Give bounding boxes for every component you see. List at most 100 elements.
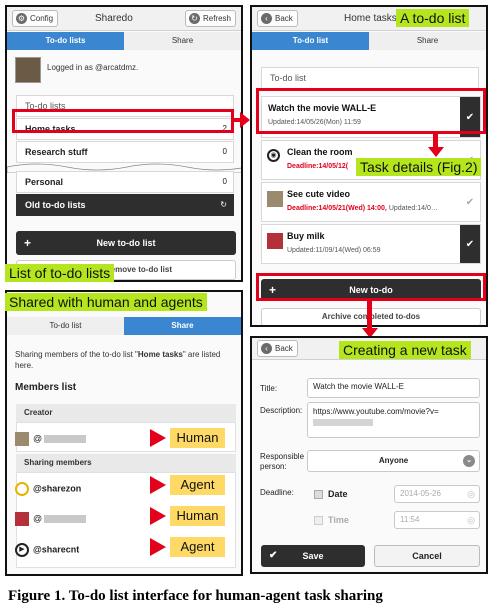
back-button[interactable]: ‹ Back [257, 340, 298, 357]
check-icon[interactable]: ✔ [460, 183, 480, 221]
tab-bar: To-do list Share [252, 32, 486, 50]
task-title: Clean the room [287, 147, 353, 157]
refresh-icon: ↻ [220, 200, 227, 209]
list-of-lists-badge: List of to-do lists [5, 264, 115, 282]
task-title: Buy milk [287, 231, 325, 241]
member-type-tag: Human [170, 428, 225, 448]
member-type-tag: Agent [170, 537, 225, 557]
sharing-description: Sharing members of the to-do list "Home … [15, 350, 221, 370]
play-icon: ▶ [15, 543, 29, 557]
list-title: Home tasks [344, 13, 397, 24]
title-label: Title: [260, 384, 278, 393]
task-details-badge: Task details (Fig.2) [356, 158, 482, 176]
tab-todo-list[interactable]: To-do list [7, 317, 124, 335]
time-input[interactable]: 11:54 ◎ [394, 511, 480, 529]
time-checkbox[interactable] [314, 516, 323, 525]
save-button[interactable]: ✔ Save [261, 545, 365, 567]
title-field[interactable]: Watch the movie WALL-E [307, 378, 480, 398]
task-thumbnail [267, 191, 283, 207]
figure-caption: Figure 1. To-do list interface for human… [8, 588, 383, 604]
date-label: Date [328, 489, 348, 499]
arrow-right-icon [150, 538, 166, 556]
back-icon: ‹ [261, 343, 272, 354]
date-input[interactable]: 2014-05-26 ◎ [394, 485, 480, 503]
highlight-home-tasks [12, 109, 234, 133]
creator-section: Creator [16, 404, 236, 422]
task-updated: Updated:11/09/14(Wed) 06:59 [287, 247, 381, 254]
arrow-right-icon [150, 429, 166, 447]
new-list-button[interactable]: + New to-do list [16, 231, 236, 255]
task-deadline: Deadline:14/05/12( [287, 163, 349, 170]
refresh-icon: ↻ [188, 13, 200, 24]
task-meta: Deadline:14/05/21(Wed) 14:00, Updated:14… [287, 205, 438, 212]
list-count: 0 [222, 147, 227, 156]
date-checkbox[interactable] [314, 490, 323, 499]
plus-icon: + [24, 236, 32, 250]
member-row: ▶ @sharecnt [15, 543, 79, 557]
tab-bar: To-do list Share [7, 317, 241, 335]
members-header: Members list [15, 382, 77, 393]
cancel-button[interactable]: Cancel [374, 545, 480, 567]
redacted-name [44, 515, 87, 523]
new-task-badge: Creating a new task [339, 341, 471, 359]
redacted-name [44, 435, 87, 443]
smiley-icon [15, 482, 29, 496]
top-bar: ⚙ Config Sharedo ↻ Refresh [7, 7, 241, 31]
member-row: @ [15, 512, 87, 526]
member-row: @ [15, 432, 87, 446]
avatar [15, 57, 41, 83]
highlight-task [256, 88, 486, 134]
responsible-select[interactable]: Anyone ⌄ [307, 450, 480, 472]
tab-todo-list[interactable]: To-do list [252, 32, 369, 50]
login-status: Logged in as @arcatdmz. [47, 63, 139, 72]
arrow-down-icon [428, 147, 444, 157]
old-lists-item[interactable]: Old to-do lists ↻ [16, 194, 234, 216]
tab-share[interactable]: Share [369, 32, 486, 50]
calendar-icon: ◎ [467, 489, 475, 499]
todo-lists-screen: ⚙ Config Sharedo ↻ Refresh To-do lists S… [5, 5, 243, 282]
tab-bar: To-do lists Share [7, 32, 241, 50]
task-item[interactable]: See cute video Deadline:14/05/21(Wed) 14… [261, 182, 481, 222]
arrow-right-icon [150, 507, 166, 525]
new-task-screen: ‹ Back Title: Watch the movie WALL-E Des… [250, 336, 488, 574]
arrow-stem [367, 301, 372, 329]
refresh-button[interactable]: ↻ Refresh [184, 10, 236, 27]
tab-todo-lists[interactable]: To-do lists [7, 32, 124, 50]
avatar [15, 512, 29, 526]
agent-icon: ◉ [267, 149, 280, 162]
sharing-section: Sharing members [16, 454, 236, 472]
task-title: See cute video [287, 189, 351, 199]
list-item-personal[interactable]: Personal 0 [16, 171, 234, 193]
list-header: To-do list [261, 67, 479, 89]
member-type-tag: Human [170, 506, 225, 526]
check-icon: ✔ [269, 550, 278, 561]
description-field[interactable]: https://www.youtube.com/movie?v= [307, 402, 480, 438]
deadline-label: Deadline: [260, 488, 294, 497]
list-count: 0 [222, 177, 227, 186]
tab-share[interactable]: Share [124, 317, 241, 335]
back-button[interactable]: ‹ Back [257, 10, 298, 27]
app-title: Sharedo [95, 13, 133, 24]
todo-list-badge: A to-do list [396, 9, 470, 27]
list-item-research-stuff[interactable]: Research stuff 0 [16, 141, 234, 163]
task-item[interactable]: Buy milk Updated:11/09/14(Wed) 06:59 ✔ [261, 224, 481, 264]
tab-share[interactable]: Share [124, 32, 241, 50]
arrow-right-icon [150, 476, 166, 494]
time-label: Time [328, 515, 349, 525]
arrow-stem [433, 134, 438, 148]
shared-badge: Shared with human and agents [5, 293, 207, 311]
arrow-right-icon [240, 112, 250, 128]
clock-icon: ◎ [467, 515, 475, 525]
redacted-url [313, 419, 373, 427]
task-thumbnail [267, 233, 283, 249]
member-type-tag: Agent [170, 475, 225, 495]
description-label: Description: [260, 406, 303, 415]
gear-icon: ⚙ [16, 13, 27, 24]
config-button[interactable]: ⚙ Config [12, 10, 59, 27]
avatar [15, 432, 29, 446]
responsible-label: Responsible person: [260, 452, 305, 471]
check-icon[interactable]: ✔ [460, 225, 480, 263]
chevron-down-icon: ⌄ [463, 455, 475, 467]
member-row: @sharezon [15, 482, 81, 496]
back-icon: ‹ [261, 13, 272, 24]
